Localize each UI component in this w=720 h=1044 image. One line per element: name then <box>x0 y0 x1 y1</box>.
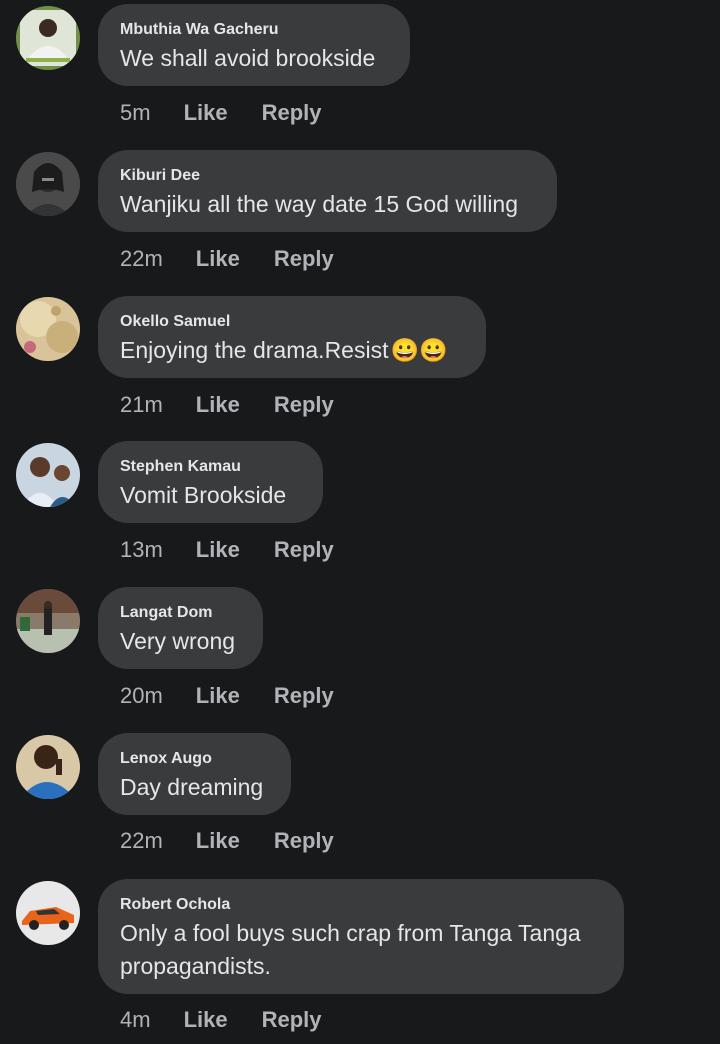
reply-button[interactable]: Reply <box>262 99 322 127</box>
like-button[interactable]: Like <box>196 391 240 419</box>
like-button[interactable]: Like <box>184 1006 228 1034</box>
reply-button[interactable]: Reply <box>274 682 334 710</box>
reply-button[interactable]: Reply <box>274 827 334 855</box>
comment-meta: 22m Like Reply <box>120 245 334 273</box>
reply-button[interactable]: Reply <box>262 1006 322 1034</box>
comment-author[interactable]: Langat Dom <box>120 603 241 623</box>
reply-button[interactable]: Reply <box>274 391 334 419</box>
comment-meta: 5m Like Reply <box>120 99 322 127</box>
comment-text: Day dreaming <box>120 774 264 800</box>
reply-button[interactable]: Reply <box>274 245 334 273</box>
comment-time: 4m <box>120 1007 151 1032</box>
avatar[interactable] <box>16 443 80 507</box>
comment-time: 13m <box>120 537 163 562</box>
grinning-emoji-icon: 😀😀 <box>390 337 448 363</box>
avatar[interactable] <box>16 881 80 945</box>
reply-button[interactable]: Reply <box>274 536 334 564</box>
comment-meta: 22m Like Reply <box>120 827 334 855</box>
comment-bubble: Robert Ochola Only a fool buys such crap… <box>98 879 624 994</box>
comment-meta: 4m Like Reply <box>120 1006 322 1034</box>
comment-meta: 13m Like Reply <box>120 536 334 564</box>
comment-author[interactable]: Kiburi Dee <box>120 166 535 186</box>
comment-text: We shall avoid brookside <box>120 45 376 71</box>
avatar[interactable] <box>16 6 80 70</box>
comment-bubble: Stephen Kamau Vomit Brookside <box>98 441 323 523</box>
comment-text-line: Only a fool buys such crap from Tanga Ta… <box>120 920 581 946</box>
comment-text: Vomit Brookside <box>120 482 287 508</box>
avatar[interactable] <box>16 735 80 799</box>
comment-time: 5m <box>120 100 151 125</box>
comment-author[interactable]: Lenox Augo <box>120 749 269 769</box>
comment-text: Wanjiku all the way date 15 God willing <box>120 191 519 217</box>
like-button[interactable]: Like <box>196 682 240 710</box>
like-button[interactable]: Like <box>196 536 240 564</box>
comment-text-line: propagandists. <box>120 953 271 979</box>
avatar[interactable] <box>16 297 80 361</box>
comment-bubble: Mbuthia Wa Gacheru We shall avoid brooks… <box>98 4 410 86</box>
comment-author[interactable]: Stephen Kamau <box>120 457 301 477</box>
comment-time: 22m <box>120 828 163 853</box>
comment-text: Enjoying the drama.Resist😀😀 <box>120 334 464 367</box>
like-button[interactable]: Like <box>196 827 240 855</box>
comment-bubble: Kiburi Dee Wanjiku all the way date 15 G… <box>98 150 557 232</box>
comment-meta: 20m Like Reply <box>120 682 334 710</box>
comment-text: Very wrong <box>120 628 236 654</box>
avatar[interactable] <box>16 589 80 653</box>
like-button[interactable]: Like <box>196 245 240 273</box>
comment-bubble: Lenox Augo Day dreaming <box>98 733 291 815</box>
comment-bubble: Langat Dom Very wrong <box>98 587 263 669</box>
comment-text-content: Enjoying the drama.Resist <box>120 337 389 363</box>
like-button[interactable]: Like <box>184 99 228 127</box>
comment-meta: 21m Like Reply <box>120 391 334 419</box>
comment-author[interactable]: Robert Ochola <box>120 895 602 915</box>
comment-time: 22m <box>120 246 163 271</box>
comment-bubble: Okello Samuel Enjoying the drama.Resist😀… <box>98 296 486 378</box>
comment-text: Only a fool buys such crap from Tanga Ta… <box>120 917 602 983</box>
comment-author[interactable]: Okello Samuel <box>120 312 464 332</box>
comment-time: 20m <box>120 683 163 708</box>
comment-time: 21m <box>120 392 163 417</box>
avatar[interactable] <box>16 152 80 216</box>
comment-author[interactable]: Mbuthia Wa Gacheru <box>120 20 388 40</box>
